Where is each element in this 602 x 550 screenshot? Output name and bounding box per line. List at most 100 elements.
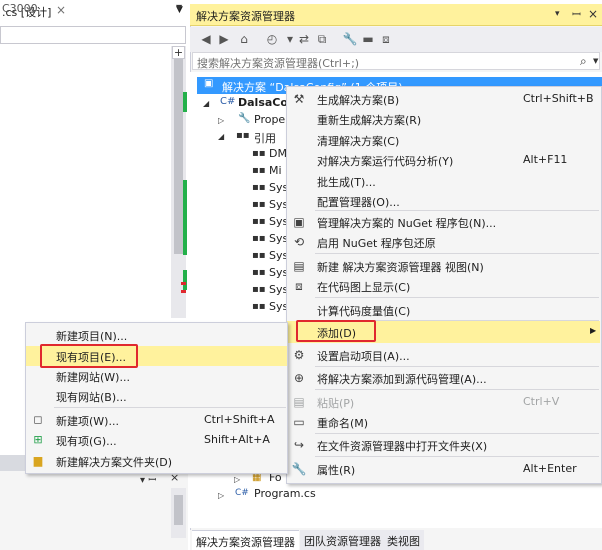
menu-item-clean-solution[interactable]: 清理解决方案(C) bbox=[287, 129, 600, 151]
submenu-item-new-website[interactable]: 新建网站(W)... bbox=[26, 366, 287, 386]
collapse-all-icon[interactable]: ⧉ bbox=[314, 31, 330, 47]
callout-box bbox=[296, 320, 376, 342]
menu-item-shortcut: Shift+Alt+A bbox=[204, 433, 270, 446]
code-map-icon: ⧈ bbox=[295, 279, 303, 293]
menu-item-label: 计算代码度量值(C) bbox=[317, 305, 411, 318]
object-combo[interactable] bbox=[0, 26, 186, 44]
menu-item-shortcut: Ctrl+Shift+B bbox=[523, 92, 594, 105]
collapse-arrow-icon[interactable]: ▷ bbox=[218, 491, 224, 500]
menu-item-manage-nuget[interactable]: ▣ 管理解决方案的 NuGet 程序包(N)... bbox=[287, 211, 600, 233]
search-icon[interactable]: ⌕ bbox=[580, 54, 587, 69]
menu-item-label: 启用 NuGet 程序包还原 bbox=[317, 237, 436, 250]
scrollbar-thumb[interactable] bbox=[174, 495, 183, 525]
change-marker bbox=[183, 180, 187, 255]
menu-item-label: 将解决方案添加到源代码管理(A)... bbox=[317, 373, 487, 386]
expand-arrow-icon[interactable]: ◢ bbox=[203, 99, 209, 108]
menu-item-label: 新建解决方案文件夹(D) bbox=[56, 456, 173, 469]
menu-item-batch-build[interactable]: 批生成(T)... bbox=[287, 170, 600, 192]
nuget-icon: ▣ bbox=[293, 215, 305, 229]
reference-icon: ▪▪ bbox=[252, 216, 266, 227]
collapse-arrow-icon[interactable]: ▷ bbox=[234, 475, 240, 484]
callout-box bbox=[40, 344, 138, 368]
new-item-icon: ◻ bbox=[33, 413, 43, 426]
tab-team-explorer[interactable]: 团队资源管理器 bbox=[300, 530, 385, 550]
history-icon[interactable]: ◴ bbox=[264, 31, 280, 47]
menu-item-open-folder[interactable]: ↪ 在文件资源管理器中打开文件夹(X) bbox=[287, 434, 600, 456]
submenu-item-new-solution-folder[interactable]: ▆ 新建解决方案文件夹(D) bbox=[26, 451, 287, 471]
tree-item-properties[interactable]: Prope bbox=[254, 113, 285, 126]
menu-item-shortcut: Alt+Enter bbox=[523, 462, 577, 475]
pin-icon[interactable]: ▾ ꟷ bbox=[140, 472, 156, 486]
window-position-icon[interactable]: ▾ bbox=[555, 9, 560, 19]
submenu-item-new-project[interactable]: 新建项目(N)... bbox=[26, 325, 287, 345]
search-placeholder: 搜索解决方案资源管理器(Ctrl+;) bbox=[197, 57, 360, 70]
menu-item-label: 新建项目(N)... bbox=[56, 330, 128, 343]
references-icon: ▪▪ bbox=[236, 130, 250, 141]
collapse-arrow-icon[interactable]: ▷ bbox=[218, 116, 224, 125]
home-icon[interactable]: ⌂ bbox=[236, 31, 252, 47]
object-combo-value: C3000 bbox=[2, 2, 38, 15]
menu-item-rename[interactable]: ▭ 重命名(M) bbox=[287, 411, 600, 433]
tree-item-program[interactable]: Program.cs bbox=[254, 487, 316, 500]
existing-item-icon: ⊞ bbox=[33, 433, 43, 446]
reference-icon: ▪▪ bbox=[252, 199, 266, 210]
scrollbar-thumb[interactable] bbox=[174, 54, 183, 254]
sync-icon[interactable]: ⇄ bbox=[296, 31, 312, 47]
show-all-files-icon[interactable]: ▬ bbox=[360, 31, 376, 47]
tree-item-references[interactable]: 引用 bbox=[254, 130, 276, 146]
class-diagram-icon[interactable]: ⧈ bbox=[378, 31, 394, 47]
menu-item-label: 设置启动项目(A)... bbox=[317, 350, 410, 363]
expand-arrow-icon[interactable]: ◢ bbox=[218, 132, 224, 141]
close-icon[interactable]: × bbox=[588, 7, 598, 21]
menu-item-nuget-restore[interactable]: ⟲ 启用 NuGet 程序包还原 bbox=[287, 231, 600, 253]
menu-item-label: 清理解决方案(C) bbox=[317, 135, 400, 148]
menu-item-label: 管理解决方案的 NuGet 程序包(N)... bbox=[317, 217, 497, 230]
menu-item-build-solution[interactable]: ⚒ 生成解决方案(B) Ctrl+Shift+B bbox=[287, 88, 600, 110]
menu-item-paste[interactable]: ▤ 粘贴(P) Ctrl+V bbox=[287, 391, 600, 413]
menu-item-code-metrics[interactable]: 计算代码度量值(C) bbox=[287, 299, 600, 321]
menu-separator bbox=[315, 389, 599, 390]
change-marker bbox=[183, 270, 187, 290]
menu-item-config-manager[interactable]: 配置管理器(O)... bbox=[287, 190, 600, 212]
menu-item-source-control[interactable]: ⊕ 将解决方案添加到源代码管理(A)... bbox=[287, 367, 600, 389]
menu-item-set-startup[interactable]: ⚙ 设置启动项目(A)... bbox=[287, 344, 600, 366]
chevron-down-icon[interactable]: ▼ bbox=[176, 3, 182, 12]
split-view-icon[interactable]: + bbox=[172, 46, 185, 59]
back-icon[interactable]: ◀ bbox=[198, 31, 214, 47]
menu-item-rebuild-solution[interactable]: 重新生成解决方案(R) bbox=[287, 108, 600, 130]
wrench-icon: 🔧 bbox=[291, 462, 307, 476]
new-view-icon: ▤ bbox=[293, 259, 305, 273]
submenu-item-new-item[interactable]: ◻ 新建项(W)... Ctrl+Shift+A bbox=[26, 410, 287, 430]
menu-item-code-map[interactable]: ⧈ 在代码图上显示(C) bbox=[287, 275, 600, 297]
tree-item-project[interactable]: DalsaCo bbox=[238, 96, 288, 109]
menu-item-label: 重命名(M) bbox=[317, 417, 369, 430]
submenu-item-existing-website[interactable]: 现有网站(B)... bbox=[26, 386, 287, 406]
menu-item-properties[interactable]: 🔧 属性(R) Alt+Enter bbox=[287, 458, 600, 480]
chevron-down-icon[interactable]: ▼ bbox=[593, 57, 598, 65]
tab-close-icon[interactable]: × bbox=[56, 3, 66, 17]
menu-item-label: 现有项(G)... bbox=[56, 435, 117, 448]
menu-item-label: 属性(R) bbox=[317, 464, 356, 477]
error-marker bbox=[181, 290, 186, 293]
menu-item-shortcut: Ctrl+V bbox=[523, 395, 560, 408]
error-marker bbox=[181, 282, 186, 285]
reference-item[interactable]: DM bbox=[269, 147, 287, 160]
menu-item-label: 现有网站(B)... bbox=[56, 391, 127, 404]
menu-separator bbox=[54, 407, 286, 408]
properties-icon[interactable]: 🔧 bbox=[342, 31, 358, 47]
reference-item[interactable]: Mi bbox=[269, 164, 282, 177]
reference-icon: ▪▪ bbox=[252, 182, 266, 193]
forward-icon[interactable]: ▶ bbox=[216, 31, 232, 47]
rename-icon: ▭ bbox=[293, 415, 305, 429]
menu-item-new-view[interactable]: ▤ 新建 解决方案资源管理器 视图(N) bbox=[287, 255, 600, 277]
menu-item-label: 新建 解决方案资源管理器 视图(N) bbox=[317, 261, 484, 274]
nuget-restore-icon: ⟲ bbox=[293, 235, 305, 249]
pin-icon[interactable]: ꟷ bbox=[572, 7, 581, 22]
reference-icon: ▪▪ bbox=[252, 267, 266, 278]
tab-solution-explorer[interactable]: 解决方案资源管理器 bbox=[192, 530, 299, 550]
submenu-arrow-icon: ▶ bbox=[590, 326, 597, 335]
menu-item-code-analysis[interactable]: 对解决方案运行代码分析(Y) Alt+F11 bbox=[287, 149, 600, 171]
submenu-item-existing-item[interactable]: ⊞ 现有项(G)... Shift+Alt+A bbox=[26, 430, 287, 450]
tab-class-view[interactable]: 类视图 bbox=[383, 530, 424, 550]
menu-item-label: 在代码图上显示(C) bbox=[317, 281, 411, 294]
